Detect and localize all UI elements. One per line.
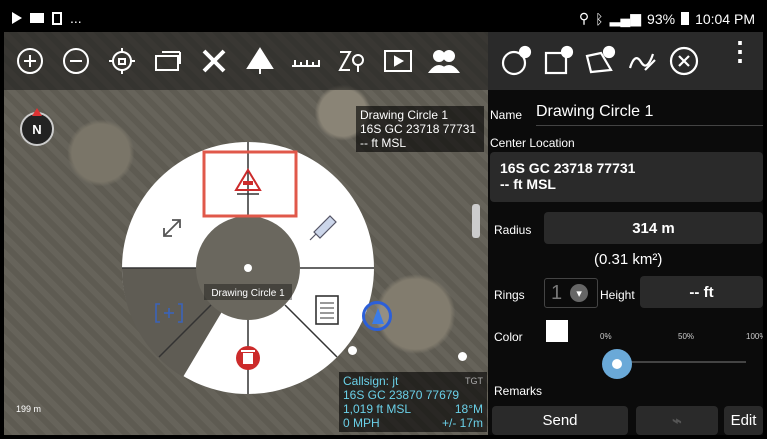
rings-label: Rings [494, 288, 525, 302]
send-button[interactable]: Send [492, 406, 628, 435]
ruler-icon[interactable] [286, 41, 326, 81]
hazard-marker-icon[interactable] [240, 41, 280, 81]
lock-location-icon[interactable] [102, 41, 142, 81]
edit-button[interactable]: Edit [724, 406, 763, 435]
delete-trash-icon[interactable] [236, 346, 260, 370]
opacity-mark-50: 50% [678, 332, 695, 341]
height-label: Height [600, 288, 635, 302]
file-icon [52, 11, 62, 25]
circle-handle[interactable] [348, 346, 357, 355]
remarks-label: Remarks [494, 384, 543, 398]
clock: 10:04 PM [695, 10, 755, 27]
freehand-draw-icon[interactable] [624, 43, 660, 79]
circle-handle[interactable] [458, 352, 467, 361]
callsign-info-box: TGT Callsign: jt 16S GC 23870 77679 1,01… [339, 372, 487, 432]
bluetooth-icon: ᛒ [595, 10, 604, 27]
rings-spinner[interactable]: 1 ▾ [544, 278, 598, 308]
close-x-icon[interactable] [194, 41, 234, 81]
mail-icon [30, 13, 44, 23]
name-label: Name [490, 108, 523, 122]
drawing-details-panel: ⋮ Name Drawing Circle 1 Center Location … [488, 32, 763, 435]
location-icon: ⚲ [578, 10, 590, 26]
add-circle-icon[interactable] [498, 43, 534, 79]
radius-button[interactable]: 314 m [544, 212, 763, 244]
zoom-in-icon[interactable] [10, 41, 50, 81]
name-field[interactable]: Drawing Circle 1 [536, 103, 763, 126]
zoom-out-icon[interactable] [56, 41, 96, 81]
compass-icon[interactable]: N [20, 108, 54, 146]
route-icon[interactable] [332, 41, 372, 81]
self-location-icon[interactable] [362, 301, 392, 331]
panel-drag-handle[interactable] [472, 204, 480, 238]
color-label: Color [494, 330, 523, 344]
radial-menu: Drawing Circle 1 [121, 142, 374, 394]
radial-center-label: Drawing Circle 1 [211, 288, 285, 299]
close-circle-icon[interactable] [666, 43, 702, 79]
status-ellipsis: ... [70, 10, 82, 26]
scale-bar: 199 m [16, 404, 42, 414]
chevron-down-icon: ▾ [570, 284, 589, 302]
battery-icon [681, 12, 690, 25]
color-swatch[interactable] [546, 320, 568, 342]
opacity-mark-0: 0% [600, 332, 612, 341]
signal-icon: ▂▄▆ [609, 10, 642, 26]
drawing-toolbar: ⋮ [488, 32, 763, 90]
opacity-slider-track[interactable] [616, 361, 746, 363]
center-location-button[interactable]: 16S GC 23718 77731 -- ft MSL [490, 152, 763, 202]
bottom-action-bar: Send ⌁ Edit [488, 404, 763, 435]
overflow-menu-icon[interactable]: ⋮ [727, 38, 753, 64]
add-polygon-icon[interactable] [582, 43, 618, 79]
center-point [244, 264, 252, 272]
add-rectangle-icon[interactable] [540, 43, 576, 79]
center-location-label: Center Location [490, 136, 575, 150]
app-frame: ... ⚲ ᛒ ▂▄▆ 93% 10:04 PM N Drawing Circl… [4, 4, 763, 435]
map-toolbar [4, 32, 488, 90]
video-icon[interactable] [378, 41, 418, 81]
play-icon [12, 12, 22, 24]
status-bar: ... ⚲ ᛒ ▂▄▆ 93% 10:04 PM [4, 4, 763, 32]
radius-label: Radius [494, 223, 532, 237]
layers-icon[interactable] [148, 41, 188, 81]
height-button[interactable]: -- ft [640, 276, 763, 308]
attachment-icon[interactable]: ⌁ [636, 406, 718, 435]
area-value: (0.31 km²) [594, 251, 663, 268]
contacts-icon[interactable] [424, 41, 464, 81]
opacity-mark-100: 100% [746, 332, 763, 341]
opacity-slider-thumb[interactable] [602, 349, 632, 379]
details-page-icon[interactable] [315, 295, 339, 325]
battery-percent: 93% [647, 10, 676, 27]
